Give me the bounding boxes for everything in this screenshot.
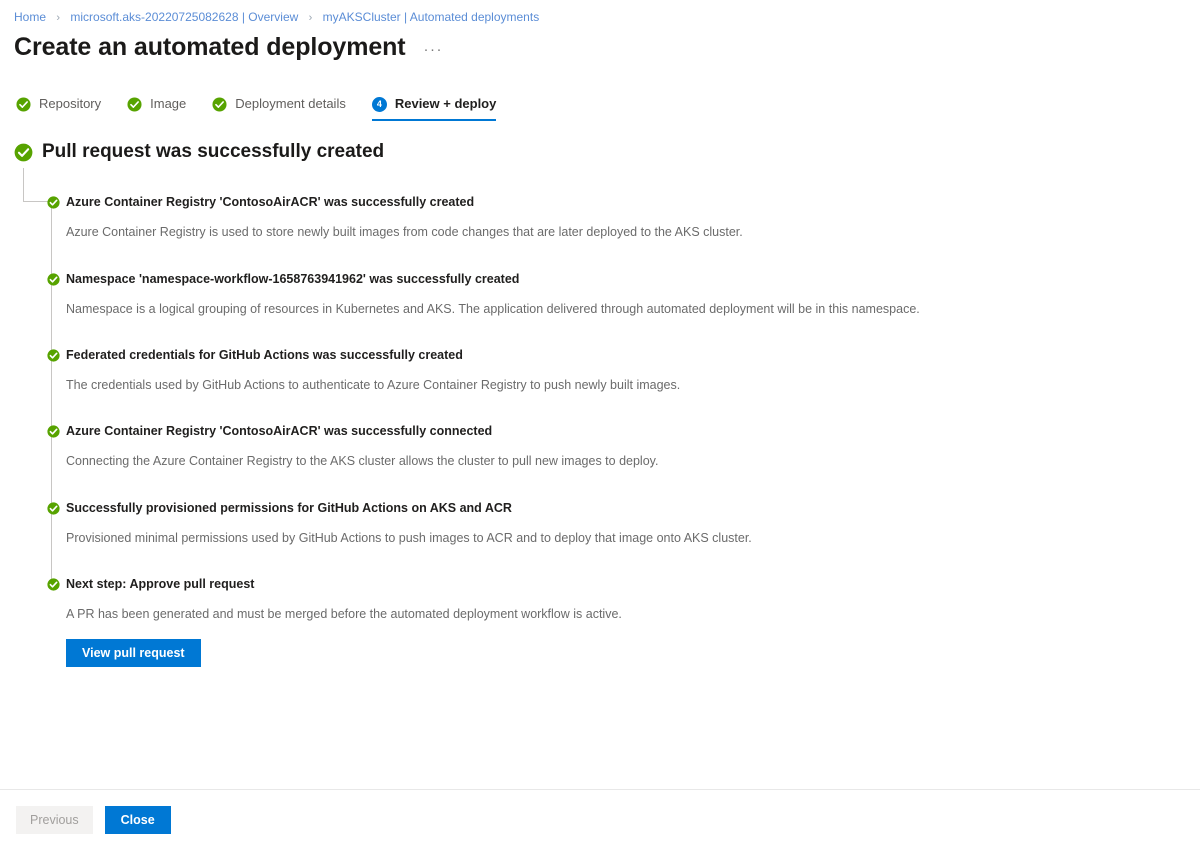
step-header: Federated credentials for GitHub Actions…: [66, 347, 1174, 364]
step-header: Next step: Approve pull request: [66, 576, 1174, 593]
check-circle-icon: [212, 96, 227, 112]
check-circle-icon: [127, 96, 142, 112]
step-description: The credentials used by GitHub Actions t…: [66, 378, 681, 392]
page-title: Create an automated deployment: [14, 33, 406, 61]
step-description: A PR has been generated and must be merg…: [66, 607, 622, 621]
tree-elbow-connector: [23, 168, 48, 202]
previous-button[interactable]: Previous: [16, 806, 93, 834]
tab-label: Review + deploy: [394, 96, 497, 111]
check-circle-icon: [14, 143, 33, 161]
page-header: Create an automated deployment ···: [14, 32, 447, 62]
tab-step-number-badge: 4: [371, 96, 387, 112]
tab-label: Image: [150, 96, 187, 111]
check-circle-icon: [47, 273, 60, 286]
check-circle-icon: [16, 96, 31, 112]
breadcrumb-item-deployment-overview[interactable]: microsoft.aks-20220725082628 | Overview: [70, 10, 298, 24]
deployment-steps-list: Azure Container Registry 'ContosoAirACR'…: [47, 194, 1174, 667]
result-heading: Pull request was successfully created: [14, 140, 384, 164]
step-header: Azure Container Registry 'ContosoAirACR'…: [66, 423, 1174, 440]
breadcrumb-separator: ›: [56, 12, 61, 24]
breadcrumb: Home › microsoft.aks-20220725082628 | Ov…: [14, 9, 539, 26]
tab-image[interactable]: Image: [127, 96, 186, 121]
more-options-icon[interactable]: ···: [420, 39, 448, 60]
step-title: Next step: Approve pull request: [66, 577, 255, 591]
check-circle-icon: [47, 578, 60, 591]
list-item: Namespace 'namespace-workflow-1658763941…: [47, 271, 1174, 318]
deployment-results-tree: Azure Container Registry 'ContosoAirACR'…: [14, 168, 1174, 667]
check-circle-icon: [47, 196, 60, 209]
wizard-footer: Previous Close: [16, 806, 171, 834]
step-description: Connecting the Azure Container Registry …: [66, 454, 659, 468]
step-title: Successfully provisioned permissions for…: [66, 501, 512, 515]
step-header: Namespace 'namespace-workflow-1658763941…: [66, 271, 1174, 288]
step-header: Azure Container Registry 'ContosoAirACR'…: [66, 194, 1174, 211]
list-item: Azure Container Registry 'ContosoAirACR'…: [47, 423, 1174, 470]
check-circle-icon: [47, 349, 60, 362]
list-item: Federated credentials for GitHub Actions…: [47, 347, 1174, 394]
step-title: Azure Container Registry 'ContosoAirACR'…: [66, 424, 493, 438]
tab-label: Deployment details: [235, 96, 346, 111]
close-button[interactable]: Close: [104, 806, 171, 834]
tab-deployment-details[interactable]: Deployment details: [212, 96, 346, 121]
breadcrumb-item-home[interactable]: Home: [14, 10, 46, 24]
list-item: Next step: Approve pull request A PR has…: [47, 576, 1174, 667]
wizard-tabs: Repository Image Deployment details 4 Re…: [16, 96, 522, 121]
step-description: Provisioned minimal permissions used by …: [66, 531, 752, 545]
step-title: Federated credentials for GitHub Actions…: [66, 348, 463, 362]
step-description: Azure Container Registry is used to stor…: [66, 225, 743, 239]
step-header: Successfully provisioned permissions for…: [66, 500, 1174, 517]
result-heading-text: Pull request was successfully created: [42, 141, 385, 162]
breadcrumb-separator: ›: [308, 12, 313, 24]
check-circle-icon: [47, 502, 60, 515]
list-item: Successfully provisioned permissions for…: [47, 500, 1174, 547]
tab-repository[interactable]: Repository: [16, 96, 101, 121]
check-circle-icon: [47, 425, 60, 438]
tab-label: Repository: [39, 96, 102, 111]
view-pull-request-button[interactable]: View pull request: [66, 639, 201, 667]
step-title: Namespace 'namespace-workflow-1658763941…: [66, 272, 520, 286]
step-action-area: View pull request: [66, 639, 1174, 667]
tab-review-deploy[interactable]: 4 Review + deploy: [371, 96, 497, 121]
footer-divider: [0, 789, 1200, 790]
breadcrumb-item-automated-deployments[interactable]: myAKSCluster | Automated deployments: [323, 10, 540, 24]
step-title: Azure Container Registry 'ContosoAirACR'…: [66, 195, 475, 209]
list-item: Azure Container Registry 'ContosoAirACR'…: [47, 194, 1174, 241]
step-description: Namespace is a logical grouping of resou…: [66, 302, 920, 316]
